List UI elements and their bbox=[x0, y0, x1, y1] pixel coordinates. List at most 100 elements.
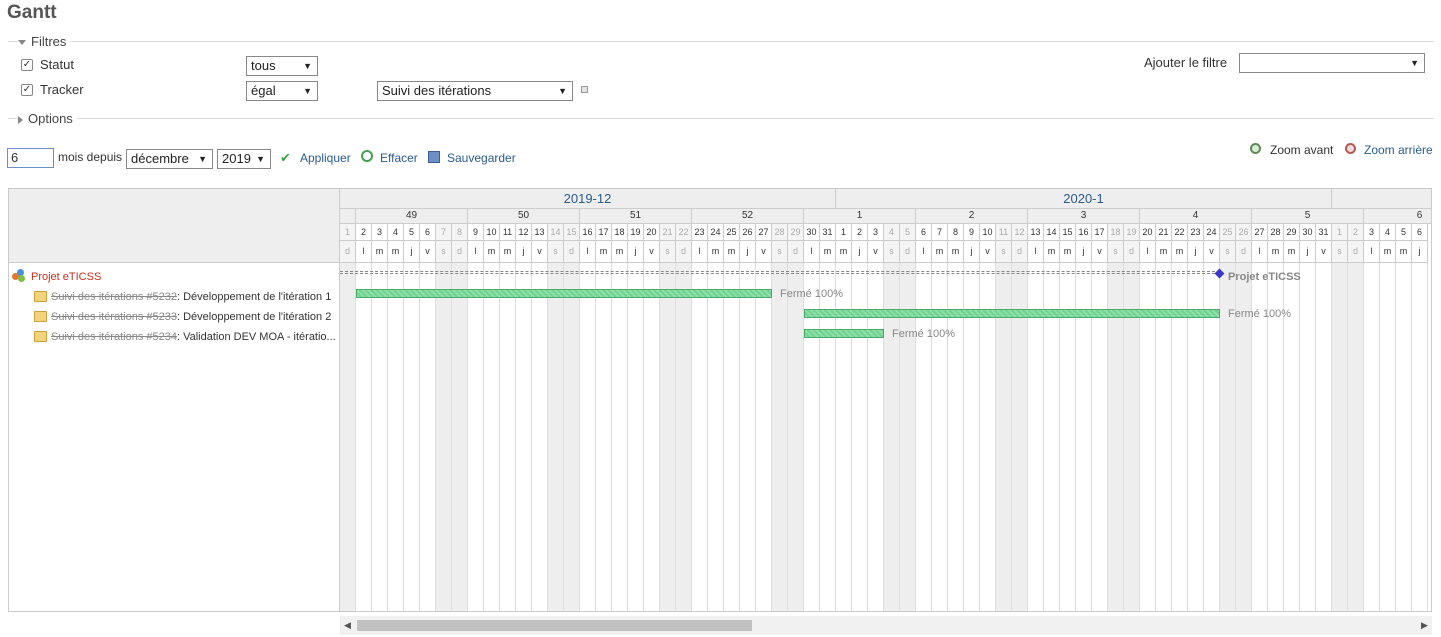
issue-icon bbox=[34, 311, 47, 322]
save-link[interactable]: Sauvegarder bbox=[447, 151, 516, 165]
day-letter: m bbox=[372, 241, 388, 263]
week-header: 2 bbox=[916, 209, 1028, 224]
day-column bbox=[580, 263, 596, 611]
day-letter: d bbox=[676, 241, 692, 263]
toggle-multiselect-icon[interactable] bbox=[581, 86, 588, 93]
task-status-label: Fermé 100% bbox=[892, 328, 955, 340]
day-letter: s bbox=[884, 241, 900, 263]
day-number: 23 bbox=[1188, 224, 1204, 241]
day-number: 10 bbox=[980, 224, 996, 241]
apply-link[interactable]: Appliquer bbox=[300, 151, 351, 165]
status-filter-checkbox[interactable]: ✓ bbox=[21, 59, 33, 71]
day-letter: l bbox=[916, 241, 932, 263]
day-number: 30 bbox=[1300, 224, 1316, 241]
month-header: 2020-1 bbox=[836, 189, 1332, 209]
months-input[interactable]: 6 bbox=[7, 148, 54, 168]
task-bar[interactable] bbox=[804, 329, 884, 338]
month-select[interactable]: décembre ▼ bbox=[126, 149, 213, 169]
reload-icon[interactable] bbox=[361, 150, 373, 162]
tracker-filter-checkbox[interactable]: ✓ bbox=[21, 84, 33, 96]
task-status-label: Fermé 100% bbox=[780, 288, 843, 300]
week-header: 5 bbox=[1252, 209, 1364, 224]
project-icon bbox=[12, 269, 25, 282]
clear-link[interactable]: Effacer bbox=[380, 151, 418, 165]
day-column bbox=[484, 263, 500, 611]
issue-row-1[interactable]: Suivi des itérations #5232: Développemen… bbox=[51, 291, 331, 303]
day-letter: d bbox=[340, 241, 356, 263]
day-letter: j bbox=[852, 241, 868, 263]
day-letter: d bbox=[1012, 241, 1028, 263]
filters-legend[interactable]: Filtres bbox=[18, 34, 71, 49]
gantt-chart: 1 d 2 l 3 m 4 m 5 j 6 v 7 s 8 d 9 l 10 m 11 m 12 j 13 v 14 s 15 d 16 l 1… bbox=[340, 188, 1432, 612]
day-letter: s bbox=[1332, 241, 1348, 263]
day-letter: j bbox=[1188, 241, 1204, 263]
day-number: 14 bbox=[1044, 224, 1060, 241]
week-header: 49 bbox=[356, 209, 468, 224]
status-filter-label: Statut bbox=[40, 57, 74, 72]
day-number: 16 bbox=[580, 224, 596, 241]
scrollbar-thumb[interactable] bbox=[357, 620, 752, 631]
day-number: 7 bbox=[436, 224, 452, 241]
day-number: 23 bbox=[692, 224, 708, 241]
week-header: 4 bbox=[1140, 209, 1252, 224]
zoom-out-icon[interactable] bbox=[1345, 143, 1356, 154]
since-label: mois depuis bbox=[58, 150, 123, 164]
day-letter: v bbox=[644, 241, 660, 263]
save-icon[interactable] bbox=[428, 151, 440, 163]
issue-row-3[interactable]: Suivi des itérations #5234: Validation D… bbox=[51, 331, 336, 343]
options-legend[interactable]: Options bbox=[18, 111, 77, 126]
month-header bbox=[1332, 189, 1431, 209]
day-number: 21 bbox=[660, 224, 676, 241]
day-number: 25 bbox=[724, 224, 740, 241]
day-letter: j bbox=[964, 241, 980, 263]
issue-ref[interactable]: Suivi des itérations #5234 bbox=[51, 331, 177, 343]
week-header: 52 bbox=[692, 209, 804, 224]
issue-ref[interactable]: Suivi des itérations #5232 bbox=[51, 291, 177, 303]
task-bar[interactable] bbox=[804, 309, 1220, 318]
zoom-out-link[interactable]: Zoom arrière bbox=[1364, 143, 1433, 157]
day-number: 10 bbox=[484, 224, 500, 241]
day-letter: m bbox=[1172, 241, 1188, 263]
checkmark-icon[interactable]: ✔ bbox=[280, 150, 291, 166]
day-letter: l bbox=[1364, 241, 1380, 263]
day-column bbox=[356, 263, 372, 611]
day-number: 24 bbox=[1204, 224, 1220, 241]
day-letter: s bbox=[436, 241, 452, 263]
week-header: 51 bbox=[580, 209, 692, 224]
day-letter: d bbox=[452, 241, 468, 263]
day-number: 1 bbox=[836, 224, 852, 241]
horizontal-scrollbar[interactable]: ◀ ▶ bbox=[340, 616, 1432, 635]
dropdown-arrow-icon: ▼ bbox=[303, 61, 312, 71]
day-number: 19 bbox=[1124, 224, 1140, 241]
day-column bbox=[660, 263, 676, 611]
issue-row-2[interactable]: Suivi des itérations #5233: Développemen… bbox=[51, 311, 331, 323]
add-filter-select[interactable]: ▼ bbox=[1239, 53, 1425, 73]
zoom-in-icon[interactable] bbox=[1250, 143, 1261, 154]
tracker-value-select[interactable]: Suivi des itérations ▼ bbox=[377, 81, 573, 101]
tracker-operator-select[interactable]: égal ▼ bbox=[246, 81, 318, 101]
day-number: 5 bbox=[404, 224, 420, 241]
project-link[interactable]: Projet eTICSS bbox=[31, 271, 101, 283]
day-letter: m bbox=[1380, 241, 1396, 263]
day-number: 31 bbox=[820, 224, 836, 241]
task-bar[interactable] bbox=[356, 289, 772, 298]
day-column bbox=[372, 263, 388, 611]
day-number: 4 bbox=[884, 224, 900, 241]
project-bar bbox=[340, 271, 1220, 274]
day-letter: m bbox=[484, 241, 500, 263]
day-column bbox=[1380, 263, 1396, 611]
zoom-in-link[interactable]: Zoom avant bbox=[1270, 143, 1333, 157]
day-letter: m bbox=[596, 241, 612, 263]
status-operator-select[interactable]: tous ▼ bbox=[246, 56, 318, 76]
day-letter: l bbox=[468, 241, 484, 263]
issue-ref[interactable]: Suivi des itérations #5233 bbox=[51, 311, 177, 323]
task-status-label: Fermé 100% bbox=[1228, 308, 1291, 320]
page-title: Gantt bbox=[7, 2, 57, 23]
scroll-right-icon[interactable]: ▶ bbox=[1417, 616, 1432, 635]
day-number: 1 bbox=[340, 224, 356, 241]
year-select[interactable]: 2019 ▼ bbox=[217, 149, 271, 169]
day-column bbox=[468, 263, 484, 611]
scroll-left-icon[interactable]: ◀ bbox=[340, 616, 355, 635]
day-number: 29 bbox=[788, 224, 804, 241]
day-column bbox=[548, 263, 564, 611]
